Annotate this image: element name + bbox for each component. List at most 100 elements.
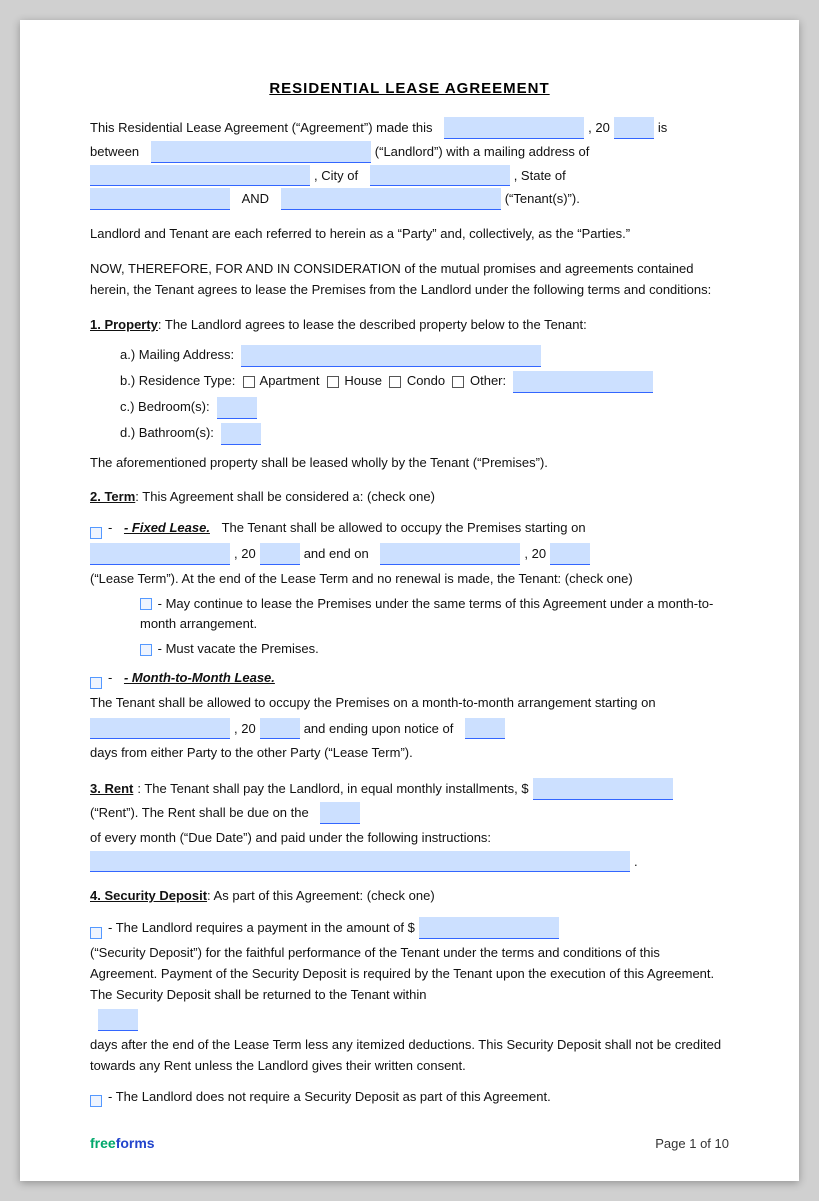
intro-text-3b: , State of (514, 166, 566, 187)
fixed-lease-text: The Tenant shall be allowed to occupy th… (222, 518, 586, 539)
security-deposit-required-checkbox[interactable] (90, 927, 102, 939)
payment-instructions-field[interactable] (90, 851, 630, 873)
house-checkbox[interactable] (327, 376, 339, 388)
section1-b-house: House (344, 373, 382, 388)
section2-block: 2. Term: This Agreement shall be conside… (90, 487, 729, 764)
month-start-year-field[interactable] (260, 718, 300, 740)
intro-text-1a: This Residential Lease Agreement (“Agree… (90, 118, 433, 139)
security-deposit-amount-field[interactable] (419, 917, 559, 939)
fixed-option1: - May continue to lease the Premises und… (140, 594, 729, 636)
section4-opt2-text: - The Landlord does not require a Securi… (108, 1087, 551, 1108)
month-label: - Month-to-Month Lease. (124, 668, 275, 689)
section3-heading: 3. Rent (90, 779, 133, 800)
section1-c-label: c.) Bedroom(s): (120, 399, 210, 414)
section1-b: b.) Residence Type: Apartment House Cond… (120, 371, 729, 393)
continue-lease-checkbox[interactable] (140, 598, 152, 610)
logo-free: free (90, 1135, 116, 1151)
intro-block: This Residential Lease Agreement (“Agree… (90, 117, 729, 210)
logo-forms: forms (116, 1135, 155, 1151)
month-text: The Tenant shall be allowed to occupy th… (90, 693, 656, 714)
consideration-text: NOW, THEREFORE, FOR AND IN CONSIDERATION… (90, 259, 729, 301)
intro-text-4b: (“Tenant(s)”). (505, 189, 580, 210)
bedrooms-field[interactable] (217, 397, 257, 419)
intro-text-4a: AND (242, 189, 269, 210)
section4-opt1-text2: (“Security Deposit”) for the faithful pe… (90, 943, 729, 1005)
intro-text-3a: , City of (314, 166, 358, 187)
fixed-start-year-field[interactable] (260, 543, 300, 565)
fixed-comma2: , 20 (524, 544, 546, 565)
intro-text-1b: , 20 (588, 118, 610, 139)
section1-block: 1. Property: The Landlord agrees to leas… (90, 315, 729, 474)
parties-note-text: Landlord and Tenant are each referred to… (90, 224, 729, 245)
rent-amount-field[interactable] (533, 778, 673, 800)
section3-text: : The Tenant shall pay the Landlord, in … (137, 779, 528, 800)
condo-checkbox[interactable] (389, 376, 401, 388)
document-page: RESIDENTIAL LEASE AGREEMENT This Residen… (20, 20, 799, 1181)
security-deposit-days-field[interactable] (98, 1009, 138, 1031)
apartment-checkbox[interactable] (243, 376, 255, 388)
section1-b-apartment: Apartment (260, 373, 320, 388)
document-title: RESIDENTIAL LEASE AGREEMENT (90, 80, 729, 97)
section1-d: d.) Bathroom(s): (120, 423, 729, 445)
section1-closing: The aforementioned property shall be lea… (90, 453, 729, 474)
rent-due-date-field[interactable] (320, 802, 360, 824)
intro-text-2b: (“Landlord”) with a mailing address of (375, 142, 590, 163)
section1-c: c.) Bedroom(s): (120, 397, 729, 419)
fixed-end-year-field[interactable] (550, 543, 590, 565)
mailing-address-field[interactable] (90, 165, 310, 187)
intro-text-2a: between (90, 142, 139, 163)
section4-block: 4. Security Deposit: As part of this Agr… (90, 886, 729, 1107)
month-ending-text: and ending upon notice of (304, 719, 454, 740)
vacate-checkbox[interactable] (140, 644, 152, 656)
parties-note: Landlord and Tenant are each referred to… (90, 224, 729, 245)
no-security-deposit-checkbox[interactable] (90, 1095, 102, 1107)
consideration-block: NOW, THEREFORE, FOR AND IN CONSIDERATION… (90, 259, 729, 301)
section4-heading: 4. Security Deposit (90, 888, 207, 903)
month-notice-days-field[interactable] (465, 718, 505, 740)
month-start-date-field[interactable] (90, 718, 230, 740)
section1-text: : The Landlord agrees to lease the descr… (158, 317, 587, 332)
bathrooms-field[interactable] (221, 423, 261, 445)
section4-text: : As part of this Agreement: (check one) (207, 888, 435, 903)
section2-text: : This Agreement shall be considered a: … (135, 489, 435, 504)
fixed-start-date-field[interactable] (90, 543, 230, 565)
section1-b-label: b.) Residence Type: (120, 373, 235, 388)
fixed-lease-text5: (“Lease Term”). At the end of the Lease … (90, 569, 633, 590)
city-field[interactable] (370, 165, 510, 187)
section4-opt1-text3: days after the end of the Lease Term les… (90, 1035, 729, 1077)
section4-option2: - The Landlord does not require a Securi… (90, 1087, 729, 1108)
year-field[interactable] (614, 117, 654, 139)
month-dash: - (108, 668, 112, 689)
fixed-lease-dash: - (108, 518, 112, 539)
month-comma: , 20 (234, 719, 256, 740)
other-checkbox[interactable] (452, 376, 464, 388)
section1-b-other: Other: (470, 373, 506, 388)
state-field[interactable] (90, 188, 230, 210)
vacate-text: - Must vacate the Premises. (158, 641, 319, 656)
section4-option1: - The Landlord requires a payment in the… (90, 917, 729, 1077)
section4-opt1-text: - The Landlord requires a payment in the… (108, 918, 415, 939)
tenant-name-field[interactable] (281, 188, 501, 210)
section3-block: 3. Rent: The Tenant shall pay the Landlo… (90, 778, 729, 872)
section3-text4: . (634, 852, 638, 873)
fixed-lease-option: - - Fixed Lease. The Tenant shall be all… (90, 518, 729, 660)
fixed-comma1: , 20 (234, 544, 256, 565)
month-text4: days from either Party to the other Part… (90, 743, 413, 764)
fixed-end-date-field[interactable] (380, 543, 520, 565)
section1-d-label: d.) Bathroom(s): (120, 425, 214, 440)
fixed-lease-checkbox[interactable] (90, 527, 102, 539)
landlord-name-field[interactable] (151, 141, 371, 163)
section2-heading: 2. Term (90, 489, 135, 504)
mailing-address-property-field[interactable] (241, 345, 541, 367)
month-lease-checkbox[interactable] (90, 677, 102, 689)
section3-text3: of every month (“Due Date”) and paid und… (90, 828, 491, 849)
other-type-field[interactable] (513, 371, 653, 393)
date-field[interactable] (444, 117, 584, 139)
fixed-option2: - Must vacate the Premises. (140, 639, 729, 660)
section1-a-label: a.) Mailing Address: (120, 347, 234, 362)
freeforms-logo: freeforms (90, 1135, 155, 1151)
continue-lease-text: - May continue to lease the Premises und… (140, 596, 713, 632)
section3-text2: (“Rent”). The Rent shall be due on the (90, 803, 309, 824)
section1-b-condo: Condo (407, 373, 445, 388)
section1-heading: 1. Property (90, 317, 158, 332)
